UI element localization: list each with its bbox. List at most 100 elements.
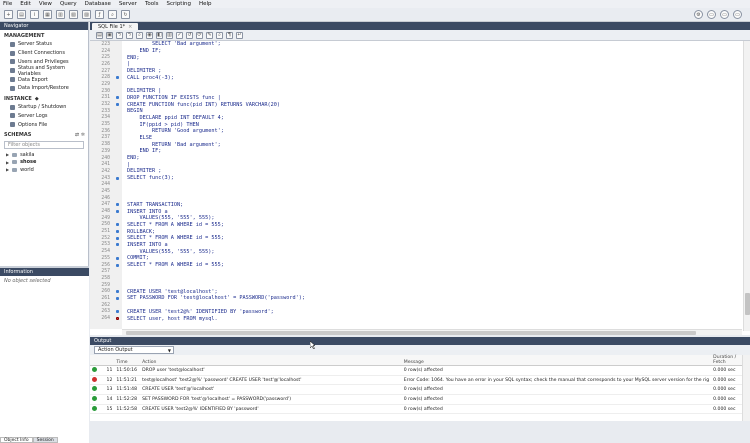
output-row[interactable]: 11 11:50:16 DROP user 'test@localhost' 0 ro… [90,365,742,376]
limit-rows-icon[interactable]: ▥ [166,31,173,39]
stop-icon[interactable]: ◉ [146,31,153,39]
find-icon[interactable]: ⌕ [216,31,223,39]
code-line[interactable]: 245 [90,188,742,195]
nav-status-variables[interactable]: Status and System Variables [0,65,88,77]
vertical-scrollbar[interactable] [743,41,750,331]
code-line[interactable]: 228 CALL proc4(-3); [90,74,742,81]
col-message[interactable]: Message [401,355,712,366]
code-line[interactable]: 231 DROP FUNCTION IF EXISTS func | [90,95,742,102]
gear-icon[interactable]: ⚙ [694,10,703,19]
code-line[interactable]: 264 SELECT user, host FROM mysql. [90,315,742,322]
code-line[interactable]: 238 RETURN 'Bad argument'; [90,141,742,148]
tab-object-info[interactable]: Object Info [0,437,33,443]
menu-tools[interactable]: Tools [145,1,159,7]
menu-file[interactable]: File [3,1,12,7]
scroll-thumb[interactable] [126,331,696,335]
col-action[interactable]: Action [140,355,402,366]
rollback-icon[interactable]: ↺ [186,31,193,39]
code-line[interactable]: 226 | [90,61,742,68]
code-line[interactable]: 248 INSERT INTO a [90,208,742,215]
code-line[interactable]: 235 IF(ppid > pid) THEN [90,121,742,128]
code-line[interactable]: 225 END; [90,54,742,61]
code-line[interactable]: 234 DECLARE ppid INT DEFAULT 4; [90,115,742,122]
schema-shose[interactable]: ▶ shose [0,159,88,167]
save-icon[interactable]: ▣ [106,31,113,39]
code-line[interactable]: 253 INSERT INTO a [90,242,742,249]
create-function-icon[interactable]: ƒ [95,10,104,19]
create-table-icon[interactable]: ▥ [56,10,65,19]
code-line[interactable]: 246 [90,195,742,202]
new-sql-tab-icon[interactable]: + [4,10,13,19]
nav-client-connections[interactable]: Client Connections [0,49,88,58]
code-line[interactable]: 261 SET PASSWORD FOR 'test@localhost' = P… [90,295,742,302]
code-line[interactable]: 237 ELSE [90,135,742,142]
code-line[interactable]: 230 DELIMITER | [90,88,742,95]
menu-server[interactable]: Server [119,1,137,7]
create-schema-icon[interactable]: ▦ [43,10,52,19]
output-row[interactable]: 12 11:51:21 test@localhost' 'test2@%' 'pas… [90,375,742,386]
code-line[interactable]: 252 SELECT * FROM A WHERE id = 555; [90,235,742,242]
col-duration[interactable]: Duration / Fetch [711,355,742,366]
create-view-icon[interactable]: ▧ [69,10,78,19]
toggle-panels-icon[interactable]: ▭ [707,10,716,19]
output-scrollbar[interactable] [742,355,750,421]
expand-icon[interactable]: ▶ [6,167,9,172]
code-line[interactable]: 260 CREATE USER 'test@localhost'; [90,288,742,295]
code-line[interactable]: 239 END IF; [90,148,742,155]
menu-query[interactable]: Query [60,1,77,7]
menu-scripting[interactable]: Scripting [167,1,191,7]
explain-icon[interactable]: ⌕ [136,31,143,39]
expand-icon[interactable]: ▶ [6,152,9,157]
menu-database[interactable]: Database [85,1,111,7]
create-procedure-icon[interactable]: ▨ [82,10,91,19]
code-line[interactable]: 223 SELECT 'Bad argument'; [90,41,742,48]
code-line[interactable]: 236 RETURN 'Good argument'; [90,128,742,135]
code-line[interactable]: 258 [90,275,742,282]
code-line[interactable]: 242 DELIMITER ; [90,168,742,175]
tab-sql-file[interactable]: SQL File 1* × [92,23,139,30]
execute-icon[interactable]: ϟ [116,31,123,39]
expand-icon[interactable]: ▶ [6,160,9,165]
output-mode-select[interactable]: Action Output ▼ [94,346,174,354]
nav-startup-shutdown[interactable]: Startup / Shutdown [0,103,88,112]
close-icon[interactable]: × [128,24,132,30]
toggle-output-icon[interactable]: ▭ [720,10,729,19]
open-sql-file-icon[interactable]: ▤ [17,10,26,19]
commit-icon[interactable]: ✓ [176,31,183,39]
autocommit-icon[interactable]: ⟳ [196,31,203,39]
nav-options-file[interactable]: Options File [0,120,88,129]
invisible-chars-icon[interactable]: ¶ [226,31,233,39]
menu-view[interactable]: View [39,1,52,7]
code-line[interactable]: 227 DELIMITER ; [90,68,742,75]
code-line[interactable]: 240 END; [90,155,742,162]
output-row[interactable]: 15 11:52:58 CREATE USER 'test2@%' IDENTIFI… [90,404,742,415]
open-file-icon[interactable]: ▤ [96,31,103,39]
code-line[interactable]: 256 SELECT * FROM A WHERE id = 555; [90,262,742,269]
execute-current-icon[interactable]: ϟ [126,31,133,39]
menu-edit[interactable]: Edit [20,1,31,7]
open-inspector-icon[interactable]: i [30,10,39,19]
word-wrap-icon[interactable]: ↵ [236,31,243,39]
schemas-tools-icon[interactable]: ⇄ ✲ [75,132,85,138]
code-line[interactable]: 263 CREATE USER 'test2@%' IDENTIFIED BY '… [90,309,742,316]
code-line[interactable]: 241 | [90,161,742,168]
code-line[interactable]: 224 END IF; [90,48,742,55]
code-line[interactable]: 251 ROLLBACK; [90,228,742,235]
code-line[interactable]: 259 [90,282,742,289]
output-row[interactable]: 14 11:52:28 SET PASSWORD FOR 'test'@'local… [90,394,742,405]
schema-filter-input[interactable]: Filter objects [4,141,84,150]
menu-help[interactable]: Help [199,1,212,7]
beautify-icon[interactable]: ✎ [206,31,213,39]
code-area[interactable]: 223 SELECT 'Bad argument'; 224 END IF; 225… [90,41,742,329]
search-table-icon[interactable]: ⌕ [108,10,117,19]
scroll-thumb[interactable] [745,293,750,315]
code-line[interactable]: 257 [90,268,742,275]
code-line[interactable]: 244 [90,181,742,188]
code-line[interactable]: 243 SELECT func(3); [90,175,742,182]
code-line[interactable]: 255 COMMIT; [90,255,742,262]
code-line[interactable]: 233 BEGIN [90,108,742,115]
schema-world[interactable]: ▶ world [0,166,88,174]
horizontal-scrollbar[interactable] [122,329,742,335]
nav-server-status[interactable]: Server Status [0,40,88,49]
reconnect-icon[interactable]: ↻ [121,10,130,19]
